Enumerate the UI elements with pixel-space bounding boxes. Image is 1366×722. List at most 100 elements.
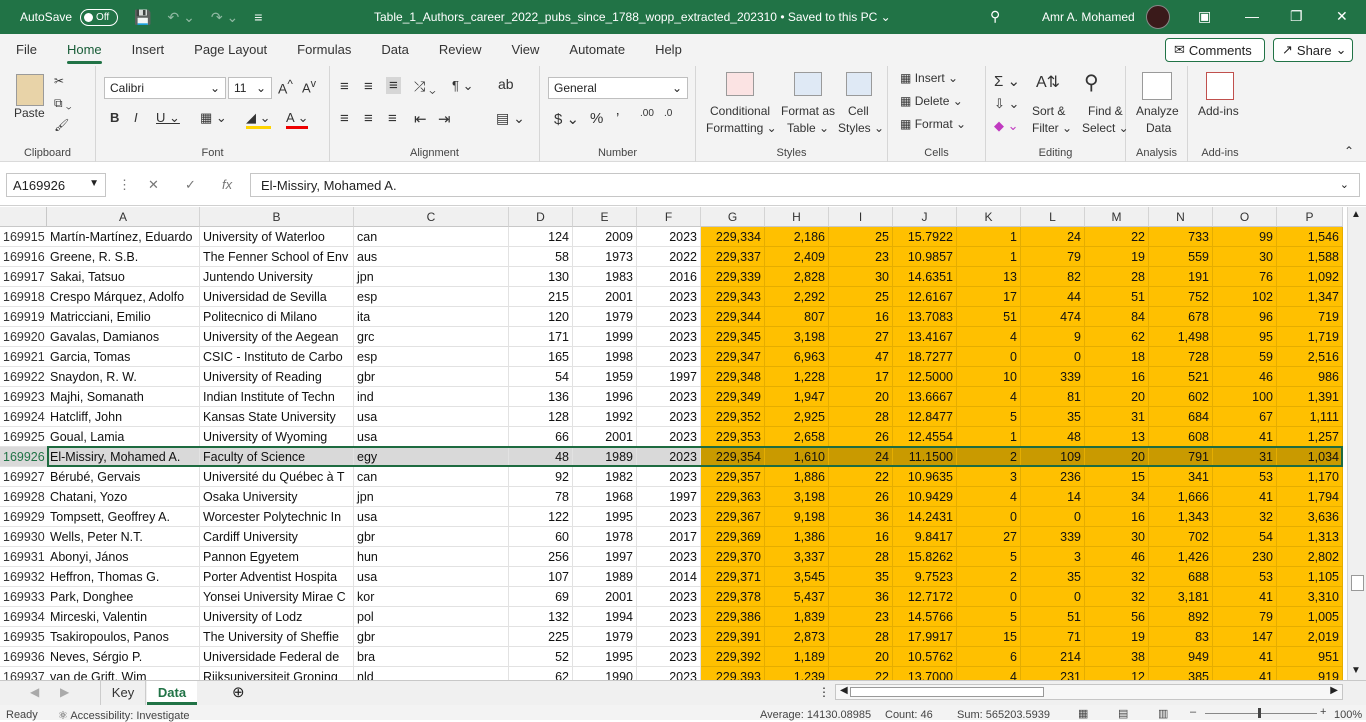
table-cell[interactable]: Goual, Lamia [47,427,200,447]
table-cell[interactable]: 2023 [637,507,701,527]
table-cell[interactable]: 1,347 [1277,287,1343,307]
table-cell[interactable]: 13 [1085,427,1149,447]
table-cell[interactable]: 32 [1085,567,1149,587]
table-cell[interactable]: 12.6167 [893,287,957,307]
delete-cells-button[interactable]: ▦ Delete ⌄ [900,94,963,108]
table-cell[interactable]: 60 [509,527,573,547]
table-cell[interactable]: 10.5762 [893,647,957,667]
row-header[interactable]: 169921 [0,347,47,367]
table-cell[interactable]: 1,092 [1277,267,1343,287]
column-header-g[interactable]: G [701,207,765,227]
table-cell[interactable]: Osaka University [200,487,354,507]
zoom-slider-thumb[interactable] [1258,708,1261,718]
borders-icon[interactable]: ▦ ⌄ [200,110,227,126]
table-cell[interactable]: 1,886 [765,467,829,487]
table-cell[interactable]: usa [354,507,509,527]
table-cell[interactable]: 5 [957,407,1021,427]
table-cell[interactable]: 59 [1213,347,1277,367]
table-cell[interactable]: 949 [1149,647,1213,667]
table-cell[interactable]: 719 [1277,307,1343,327]
table-cell[interactable]: 2023 [637,307,701,327]
table-cell[interactable]: 2023 [637,407,701,427]
scroll-right-icon[interactable]: ▶ [1330,685,1338,696]
column-header-a[interactable]: A [47,207,200,227]
align-right-icon[interactable]: ≡ [388,110,397,127]
user-name[interactable]: Amr A. Mohamed [1042,10,1135,24]
table-cell[interactable]: 41 [1213,587,1277,607]
table-cell[interactable]: Snaydon, R. W. [47,367,200,387]
cell-styles-line1[interactable]: Cell [848,104,869,118]
table-cell[interactable]: 1,005 [1277,607,1343,627]
table-cell[interactable]: 120 [509,307,573,327]
table-cell[interactable]: ita [354,307,509,327]
table-cell[interactable]: 1983 [573,267,637,287]
find-select-line1[interactable]: Find & [1088,104,1123,118]
formula-input[interactable]: El-Missiry, Mohamed A. ⌄ [250,173,1360,197]
row-header[interactable]: 169930 [0,527,47,547]
select-all-corner[interactable] [0,207,47,227]
table-cell[interactable]: Chatani, Yozo [47,487,200,507]
table-cell[interactable]: 2016 [637,267,701,287]
table-cell[interactable]: 229,371 [701,567,765,587]
page-layout-view-icon[interactable]: ▤ [1118,707,1128,720]
sheet-tab-data[interactable]: Data [147,681,197,705]
table-cell[interactable]: 1989 [573,567,637,587]
row-header[interactable]: 169928 [0,487,47,507]
row-header[interactable]: 169916 [0,247,47,267]
tab-file[interactable]: File [0,34,52,66]
table-cell[interactable]: 339 [1021,367,1085,387]
table-cell[interactable]: 1,257 [1277,427,1343,447]
column-header-h[interactable]: H [765,207,829,227]
table-cell[interactable]: The University of Sheffie [200,627,354,647]
table-cell[interactable]: 229,354 [701,447,765,467]
column-header-i[interactable]: I [829,207,893,227]
table-cell[interactable]: 99 [1213,227,1277,247]
italic-icon[interactable]: I [134,110,138,125]
table-cell[interactable]: esp [354,347,509,367]
font-size-select[interactable]: 11 ⌄ [228,77,272,99]
decrease-font-icon[interactable]: Av [302,78,316,95]
autosave-toggle[interactable]: Off [80,8,119,26]
row-header[interactable]: 169932 [0,567,47,587]
document-title[interactable]: Table_1_Authors_career_2022_pubs_since_1… [374,10,891,24]
table-cell[interactable]: 892 [1149,607,1213,627]
table-cell[interactable]: 1979 [573,307,637,327]
table-cell[interactable]: 3,337 [765,547,829,567]
orientation-icon[interactable]: ⤮ ⌄ [414,78,436,95]
table-cell[interactable]: 229,357 [701,467,765,487]
table-cell[interactable]: 107 [509,567,573,587]
table-cell[interactable]: 32 [1213,507,1277,527]
table-cell[interactable]: 1,719 [1277,327,1343,347]
accessibility-status[interactable]: ⚛ Accessibility: Investigate [58,709,190,722]
font-name-select[interactable]: Calibri ⌄ [104,77,226,99]
table-cell[interactable]: 2,873 [765,627,829,647]
table-cell[interactable]: 1,794 [1277,487,1343,507]
table-cell[interactable]: ind [354,387,509,407]
table-cell[interactable]: pol [354,607,509,627]
comma-style-icon[interactable]: ’ [616,110,619,127]
table-cell[interactable]: 2 [957,447,1021,467]
tab-automate[interactable]: Automate [554,34,640,66]
table-cell[interactable]: 28 [829,547,893,567]
table-cell[interactable]: 3 [1021,547,1085,567]
table-cell[interactable]: 1989 [573,447,637,467]
table-cell[interactable]: 1 [957,247,1021,267]
table-cell[interactable]: 124 [509,227,573,247]
table-cell[interactable]: 27 [957,527,1021,547]
table-cell[interactable]: 1,111 [1277,407,1343,427]
table-cell[interactable]: 2023 [637,347,701,367]
table-cell[interactable]: 1,498 [1149,327,1213,347]
table-cell[interactable]: Matricciani, Emilio [47,307,200,327]
align-center-icon[interactable]: ≡ [364,110,373,127]
table-cell[interactable]: 26 [829,427,893,447]
table-cell[interactable]: 229,337 [701,247,765,267]
table-cell[interactable]: can [354,227,509,247]
table-cell[interactable]: 67 [1213,407,1277,427]
table-cell[interactable]: 109 [1021,447,1085,467]
table-cell[interactable]: 2001 [573,287,637,307]
restore-icon[interactable]: ❐ [1290,8,1303,25]
align-bottom-icon[interactable]: ≡ [386,77,401,94]
table-cell[interactable]: 53 [1213,567,1277,587]
row-header[interactable]: 169935 [0,627,47,647]
table-cell[interactable]: 20 [1085,387,1149,407]
